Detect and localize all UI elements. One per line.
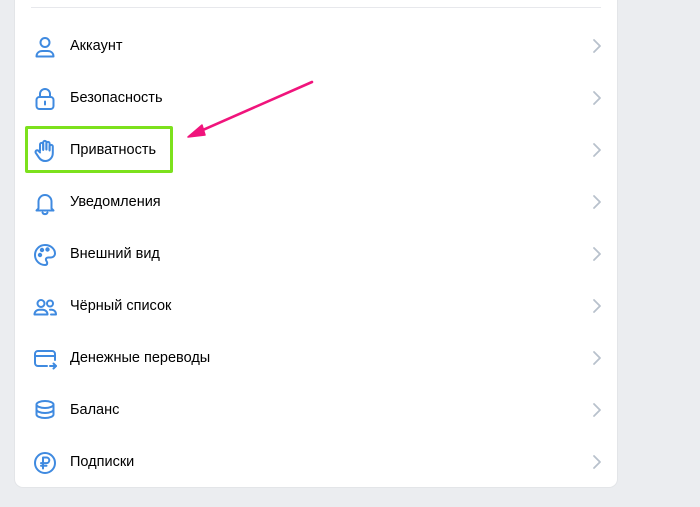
- lock-icon: [31, 85, 59, 113]
- chevron-right-icon: [591, 37, 603, 55]
- palette-icon: [31, 241, 59, 269]
- menu-item-blacklist[interactable]: Чёрный список: [15, 280, 617, 332]
- chevron-right-icon: [591, 89, 603, 107]
- menu-item-balance[interactable]: Баланс: [15, 384, 617, 436]
- menu-item-appearance[interactable]: Внешний вид: [15, 228, 617, 280]
- chevron-right-icon: [591, 245, 603, 263]
- divider: [31, 7, 601, 8]
- hand-icon: [31, 137, 59, 165]
- chevron-right-icon: [591, 141, 603, 159]
- coins-icon: [31, 397, 59, 425]
- card-transfer-icon: [31, 345, 59, 373]
- menu-item-label: Внешний вид: [70, 246, 160, 262]
- ruble-icon: [31, 449, 59, 477]
- menu-item-label: Уведомления: [70, 194, 161, 210]
- bell-icon: [31, 189, 59, 217]
- menu-item-label: Безопасность: [70, 90, 163, 106]
- menu-item-label: Приватность: [70, 142, 157, 158]
- menu-item-notifications[interactable]: Уведомления: [15, 176, 617, 228]
- menu-item-label: Денежные переводы: [70, 350, 211, 366]
- chevron-right-icon: [591, 401, 603, 419]
- menu-item-security[interactable]: Безопасность: [15, 72, 617, 124]
- chevron-right-icon: [591, 453, 603, 471]
- menu-item-privacy[interactable]: Приватность: [15, 124, 617, 176]
- menu-item-label: Баланс: [70, 402, 120, 418]
- settings-card: Аккаунт Безопасность Приватность Уведомл…: [15, 0, 617, 487]
- menu-item-label: Чёрный список: [70, 298, 172, 314]
- menu-item-money-transfers[interactable]: Денежные переводы: [15, 332, 617, 384]
- menu-item-subscriptions[interactable]: Подписки: [15, 436, 617, 488]
- chevron-right-icon: [591, 193, 603, 211]
- user-icon: [31, 33, 59, 61]
- users-icon: [31, 293, 59, 321]
- chevron-right-icon: [591, 349, 603, 367]
- settings-menu: Аккаунт Безопасность Приватность Уведомл…: [15, 20, 617, 488]
- menu-item-account[interactable]: Аккаунт: [15, 20, 617, 72]
- chevron-right-icon: [591, 297, 603, 315]
- menu-item-label: Подписки: [70, 454, 135, 470]
- menu-item-label: Аккаунт: [70, 38, 123, 54]
